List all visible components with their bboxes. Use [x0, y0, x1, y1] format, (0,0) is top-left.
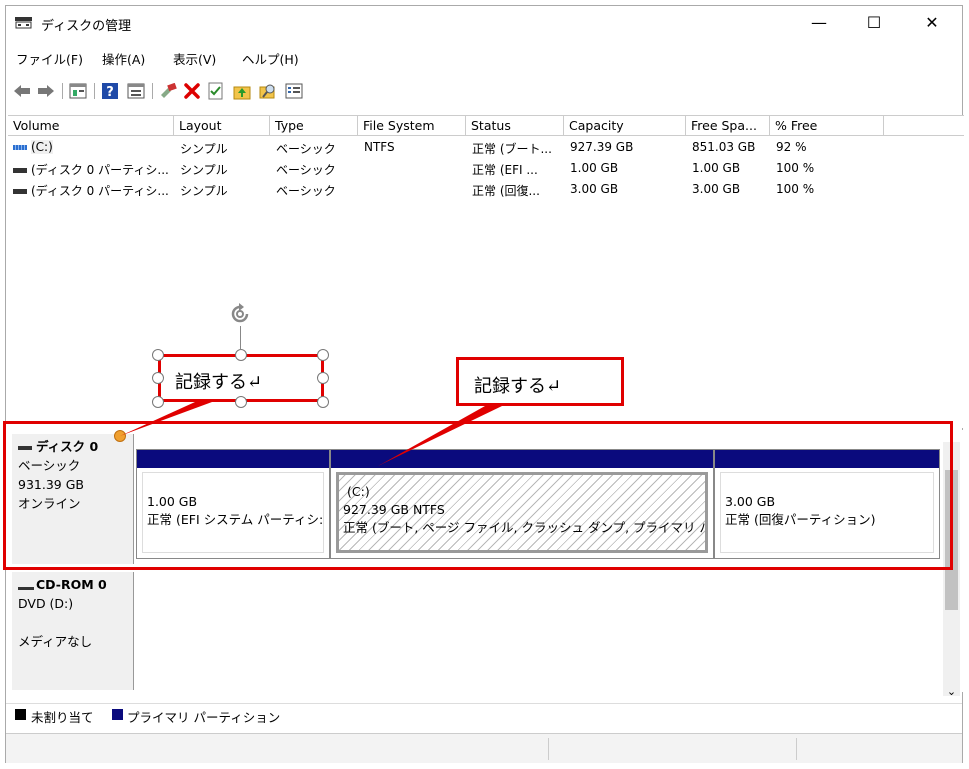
cell-type: ベーシック	[276, 184, 336, 198]
forward-icon[interactable]	[36, 81, 56, 101]
column-filler	[884, 116, 964, 136]
search-icon[interactable]	[258, 81, 278, 101]
annotation-callout-right[interactable]: 記録する↵	[456, 357, 624, 406]
cell-percent: 100 %	[776, 161, 815, 175]
view-icon[interactable]	[126, 81, 146, 101]
volume-icon	[13, 189, 27, 194]
cell-capacity: 927.39 GB	[570, 140, 634, 154]
cell-type: ベーシック	[276, 142, 336, 156]
table-row[interactable]: (ディスク 0 パーティシ... シンプル ベーシック 正常 (回復... 3.…	[8, 180, 964, 201]
cell-percent: 100 %	[776, 182, 815, 196]
menu-help[interactable]: ヘルプ(H)	[242, 49, 299, 68]
close-button[interactable]: ✕	[909, 6, 955, 40]
volume-icon	[13, 145, 27, 150]
cell-type: ベーシック	[276, 163, 336, 177]
toolbar-separator	[62, 83, 63, 99]
help-icon[interactable]: ?	[100, 81, 120, 101]
status-divider	[548, 738, 549, 760]
menu-bar: ファイル(F) 操作(A) 表示(V) ヘルプ(H)	[6, 46, 962, 68]
list-icon[interactable]	[284, 81, 304, 101]
check-icon[interactable]	[206, 81, 226, 101]
cell-volume: (ディスク 0 パーティシ...	[13, 182, 173, 199]
annotation-text-right: 記録する↵	[474, 376, 562, 397]
toolbar: ?	[6, 79, 962, 105]
title-bar: ディスクの管理 — ☐ ✕	[6, 6, 962, 40]
disk-management-icon	[15, 17, 32, 29]
cdrom-icon	[18, 581, 34, 590]
legend-unallocated-swatch	[15, 709, 26, 720]
properties-icon[interactable]	[68, 81, 88, 101]
cell-free: 3.00 GB	[692, 182, 741, 196]
maximize-button[interactable]: ☐	[851, 6, 897, 40]
column-type[interactable]: Type	[270, 116, 358, 136]
back-icon[interactable]	[12, 81, 32, 101]
column-file-system[interactable]: File System	[358, 116, 466, 136]
resize-handle[interactable]	[317, 349, 329, 361]
column-layout[interactable]: Layout	[174, 116, 270, 136]
cell-status: 正常 (EFI ...	[472, 163, 538, 177]
up-icon[interactable]	[232, 81, 252, 101]
status-divider	[796, 738, 797, 760]
cdrom-0-name: CD-ROM 0	[18, 575, 133, 594]
highlight-disk0-box	[3, 421, 953, 570]
column-status[interactable]: Status	[466, 116, 564, 136]
menu-file[interactable]: ファイル(F)	[16, 49, 83, 68]
cell-status: 正常 (回復...	[472, 184, 540, 198]
resize-handle[interactable]	[317, 396, 329, 408]
table-row[interactable]: (ディスク 0 パーティシ... シンプル ベーシック 正常 (EFI ... …	[8, 159, 964, 180]
legend-primary-label: プライマリ パーティション	[127, 710, 281, 725]
resize-handle[interactable]	[235, 349, 247, 361]
cell-layout: シンプル	[180, 163, 228, 177]
column-percent-free[interactable]: % Free	[770, 116, 884, 136]
cell-fs: NTFS	[364, 140, 395, 154]
status-bar	[6, 733, 962, 763]
resize-handle[interactable]	[152, 349, 164, 361]
toolbar-separator	[152, 83, 153, 99]
window-title: ディスクの管理	[41, 19, 132, 34]
cell-free: 851.03 GB	[692, 140, 756, 154]
table-row[interactable]: (C:) シンプル ベーシック NTFS 正常 (ブート... 927.39 G…	[8, 138, 964, 159]
column-free-space[interactable]: Free Spa...	[686, 116, 770, 136]
annotation-callout-left[interactable]: 記録する↵	[158, 354, 324, 402]
resize-handle[interactable]	[152, 396, 164, 408]
cell-status: 正常 (ブート...	[472, 142, 552, 156]
rotate-icon[interactable]	[225, 299, 255, 329]
resize-handle[interactable]	[152, 372, 164, 384]
menu-view[interactable]: 表示(V)	[173, 49, 216, 68]
cdrom-0-media: メディアなし	[18, 634, 93, 649]
cell-layout: シンプル	[180, 142, 228, 156]
cell-capacity: 1.00 GB	[570, 161, 619, 175]
cell-percent: 92 %	[776, 140, 807, 154]
cdrom-0-drive: DVD (D:)	[18, 596, 74, 611]
volume-icon	[13, 168, 27, 173]
callout-pointer-handle[interactable]	[114, 430, 126, 442]
legend: 未割り当て プライマリ パーティション	[6, 703, 962, 727]
resize-handle[interactable]	[317, 372, 329, 384]
resize-handle[interactable]	[235, 396, 247, 408]
column-capacity[interactable]: Capacity	[564, 116, 686, 136]
minimize-button[interactable]: —	[796, 6, 842, 40]
scroll-down-icon[interactable]: ⌄	[945, 685, 958, 698]
delete-icon[interactable]	[182, 81, 202, 101]
cell-volume: (ディスク 0 パーティシ...	[13, 161, 173, 178]
cell-layout: シンプル	[180, 184, 228, 198]
svg-text:?: ?	[106, 85, 114, 100]
legend-unallocated-label: 未割り当て	[31, 710, 94, 725]
rotate-handle-line	[240, 326, 241, 350]
legend-primary-swatch	[112, 709, 123, 720]
connect-icon[interactable]	[158, 81, 178, 101]
cell-capacity: 3.00 GB	[570, 182, 619, 196]
cell-free: 1.00 GB	[692, 161, 741, 175]
toolbar-separator	[94, 83, 95, 99]
menu-action[interactable]: 操作(A)	[102, 49, 145, 68]
column-volume[interactable]: Volume	[8, 116, 174, 136]
cdrom-0-label[interactable]: CD-ROM 0 DVD (D:) メディアなし	[12, 572, 134, 690]
annotation-text-left: 記録する↵	[175, 372, 263, 393]
cell-volume: (C:)	[13, 140, 173, 154]
